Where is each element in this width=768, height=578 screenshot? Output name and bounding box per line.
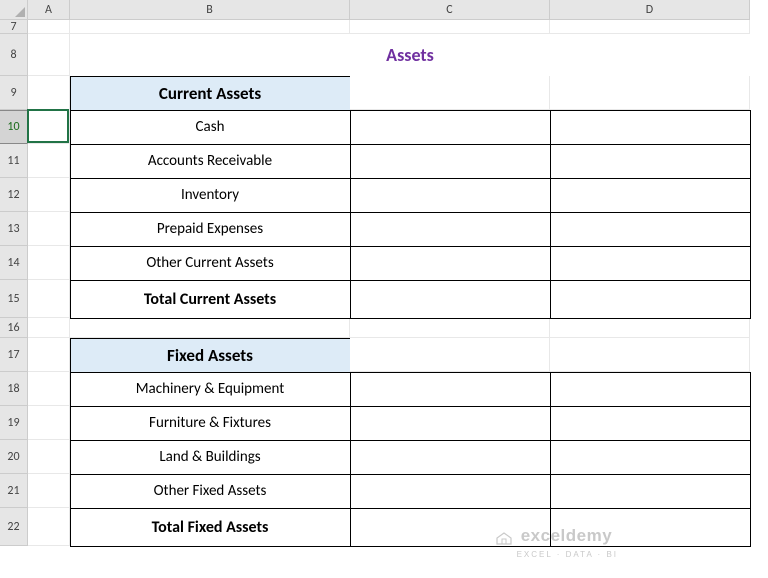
cell[interactable] <box>28 246 70 280</box>
total-value-cell[interactable] <box>350 508 551 547</box>
line-item-label[interactable]: Prepaid Expenses <box>70 212 351 247</box>
line-item-label[interactable]: Machinery & Equipment <box>70 372 351 407</box>
value-cell[interactable] <box>350 110 551 145</box>
value-cell[interactable] <box>350 440 551 475</box>
cell[interactable] <box>70 20 350 34</box>
cell[interactable] <box>28 34 70 76</box>
line-item-label[interactable]: Furniture & Fixtures <box>70 406 351 441</box>
total-value-cell[interactable] <box>550 508 751 547</box>
row-header-11[interactable]: 11 <box>0 144 28 178</box>
row-header-16[interactable]: 16 <box>0 318 28 338</box>
cell[interactable] <box>28 508 70 546</box>
cell[interactable] <box>28 280 70 318</box>
cell[interactable] <box>28 76 70 110</box>
cell[interactable] <box>550 338 750 372</box>
cell[interactable] <box>28 372 70 406</box>
col-header-d[interactable]: D <box>550 0 750 20</box>
value-cell[interactable] <box>550 372 751 407</box>
total-value-cell[interactable] <box>550 280 751 319</box>
row-header-20[interactable]: 20 <box>0 440 28 474</box>
row-header-10[interactable]: 10 <box>0 110 28 144</box>
col-header-c[interactable]: C <box>350 0 550 20</box>
cell[interactable] <box>28 110 70 144</box>
cell[interactable] <box>28 144 70 178</box>
value-cell[interactable] <box>550 144 751 179</box>
cell[interactable] <box>550 20 750 34</box>
value-cell[interactable] <box>350 246 551 281</box>
cell[interactable] <box>28 406 70 440</box>
cell[interactable] <box>28 474 70 508</box>
line-item-label[interactable]: Other Fixed Assets <box>70 474 351 509</box>
row-header-14[interactable]: 14 <box>0 246 28 280</box>
col-header-b[interactable]: B <box>70 0 350 20</box>
row-header-18[interactable]: 18 <box>0 372 28 406</box>
value-cell[interactable] <box>550 178 751 213</box>
value-cell[interactable] <box>350 144 551 179</box>
line-item-label[interactable]: Inventory <box>70 178 351 213</box>
cell[interactable] <box>28 318 70 338</box>
line-item-label[interactable]: Cash <box>70 110 351 145</box>
section-header: Fixed Assets <box>70 338 351 373</box>
value-cell[interactable] <box>350 474 551 509</box>
row-header-9[interactable]: 9 <box>0 76 28 110</box>
cell[interactable] <box>350 76 550 110</box>
value-cell[interactable] <box>550 110 751 145</box>
row-header-13[interactable]: 13 <box>0 212 28 246</box>
cell[interactable] <box>350 20 550 34</box>
value-cell[interactable] <box>550 440 751 475</box>
value-cell[interactable] <box>550 246 751 281</box>
row-header-7[interactable]: 7 <box>0 20 28 34</box>
value-cell[interactable] <box>350 406 551 441</box>
cell[interactable] <box>28 20 70 34</box>
spreadsheet-grid[interactable]: ABCD78910111213141516171819202122AssetsC… <box>0 0 768 546</box>
row-header-12[interactable]: 12 <box>0 178 28 212</box>
section-header: Current Assets <box>70 76 351 111</box>
value-cell[interactable] <box>550 474 751 509</box>
cell[interactable] <box>28 338 70 372</box>
value-cell[interactable] <box>550 212 751 247</box>
cell[interactable] <box>70 318 350 338</box>
cell[interactable] <box>350 338 550 372</box>
col-header-a[interactable]: A <box>28 0 70 20</box>
total-value-cell[interactable] <box>350 280 551 319</box>
value-cell[interactable] <box>550 406 751 441</box>
row-header-8[interactable]: 8 <box>0 34 28 76</box>
cell[interactable] <box>550 76 750 110</box>
row-header-17[interactable]: 17 <box>0 338 28 372</box>
row-header-19[interactable]: 19 <box>0 406 28 440</box>
value-cell[interactable] <box>350 178 551 213</box>
row-header-22[interactable]: 22 <box>0 508 28 546</box>
cell[interactable] <box>28 440 70 474</box>
cell[interactable] <box>350 318 550 338</box>
row-header-15[interactable]: 15 <box>0 280 28 318</box>
cell[interactable] <box>28 212 70 246</box>
value-cell[interactable] <box>350 212 551 247</box>
value-cell[interactable] <box>350 372 551 407</box>
row-header-21[interactable]: 21 <box>0 474 28 508</box>
cell[interactable] <box>28 178 70 212</box>
page-title: Assets <box>70 34 750 76</box>
section-total-label: Total Fixed Assets <box>70 508 351 547</box>
line-item-label[interactable]: Accounts Receivable <box>70 144 351 179</box>
watermark-tag: EXCEL · DATA · BI <box>517 550 618 559</box>
section-total-label: Total Current Assets <box>70 280 351 319</box>
cell[interactable] <box>550 318 750 338</box>
select-all-corner[interactable] <box>0 0 28 20</box>
line-item-label[interactable]: Land & Buildings <box>70 440 351 475</box>
line-item-label[interactable]: Other Current Assets <box>70 246 351 281</box>
